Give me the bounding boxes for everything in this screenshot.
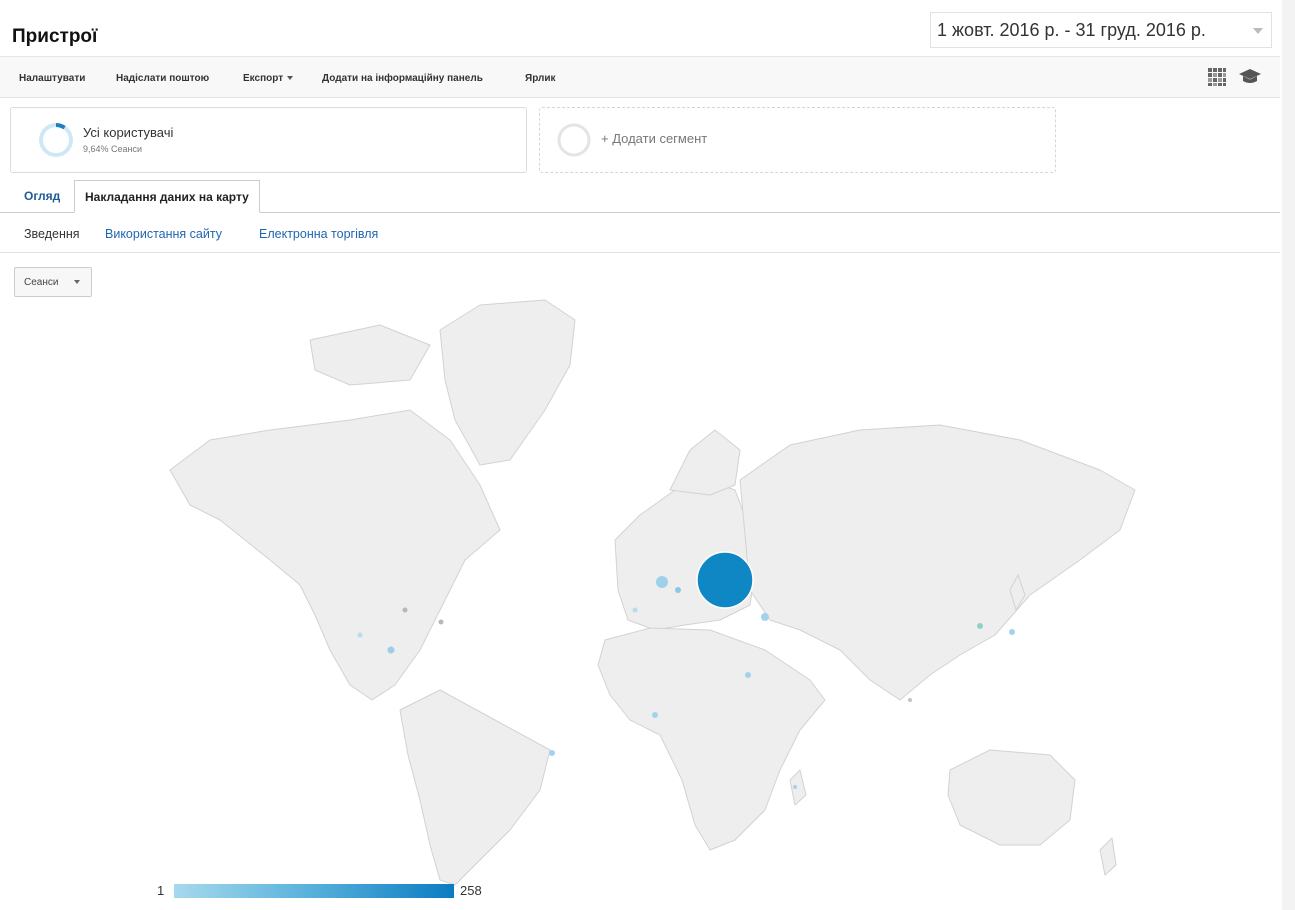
bubble: [402, 607, 408, 613]
shortcut-button[interactable]: Ярлик: [525, 73, 556, 84]
subnav-site-usage[interactable]: Використання сайту: [105, 227, 222, 241]
subnav-summary[interactable]: Зведення: [24, 227, 80, 241]
subnav-divider: [0, 252, 1280, 253]
bubble: [656, 576, 668, 588]
bubble: [549, 750, 555, 756]
metric-selector[interactable]: Сеанси: [14, 267, 92, 297]
bubble: [357, 632, 363, 638]
bubble: [675, 587, 681, 593]
add-to-dashboard-button[interactable]: Додати на інформаційну панель: [322, 73, 483, 84]
add-segment-button[interactable]: + Додати сегмент: [539, 107, 1056, 173]
region-madagascar: [789, 769, 807, 806]
customize-button[interactable]: Налаштувати: [19, 73, 85, 84]
bubble: [1009, 629, 1015, 635]
region-greenland: [439, 299, 576, 466]
segment-name: Усі користувачі: [83, 125, 174, 140]
region-africa: [597, 627, 826, 851]
legend-max-label: 258: [460, 883, 482, 898]
bubble: [387, 646, 395, 654]
export-button[interactable]: Експорт: [243, 73, 294, 84]
add-segment-label: + Додати сегмент: [601, 131, 708, 146]
bubble: [652, 712, 658, 718]
bubble: [761, 613, 769, 621]
region-new-zealand: [1099, 837, 1117, 876]
region-arctic-islands: [309, 324, 431, 386]
region-south-america: [399, 689, 551, 886]
bubble: [908, 698, 912, 702]
tab-overview[interactable]: Огляд: [14, 180, 70, 212]
chevron-down-icon: [1253, 28, 1263, 34]
tab-map-overlay[interactable]: Накладання даних на карту: [74, 180, 260, 213]
bubble: [632, 607, 638, 613]
segment-detail: 9,64% Сеанси: [83, 144, 143, 154]
region-north-america: [169, 409, 501, 701]
region-asia: [739, 424, 1136, 701]
bubble: [745, 672, 751, 678]
bubble: [793, 785, 797, 789]
page-title: Пристрої: [12, 26, 98, 47]
report-toolbar: Налаштувати Надіслати поштою Експорт Дод…: [0, 57, 1280, 98]
bubble: [977, 623, 983, 629]
scrollbar[interactable]: [1282, 0, 1295, 910]
segment-all-users[interactable]: Усі користувачі 9,64% Сеанси: [10, 107, 527, 173]
bubble: [438, 619, 444, 625]
empty-segment-ring-icon: [557, 123, 591, 157]
grid-icon[interactable]: [1207, 67, 1227, 87]
legend-min-label: 1: [157, 883, 165, 898]
export-label: Експорт: [243, 73, 284, 84]
segment-ring-icon: [39, 123, 73, 157]
chevron-down-icon: [74, 280, 80, 284]
chevron-down-icon: [287, 76, 294, 81]
date-range-picker[interactable]: 1 жовт. 2016 р. - 31 груд. 2016 р.: [930, 12, 1272, 48]
email-button[interactable]: Надіслати поштою: [116, 73, 209, 84]
world-map[interactable]: [150, 290, 1150, 890]
subnav-ecommerce[interactable]: Електронна торгівля: [259, 227, 378, 241]
date-range-label: 1 жовт. 2016 р. - 31 груд. 2016 р.: [937, 19, 1206, 40]
region-australia: [947, 749, 1076, 846]
report-header: Пристрої 1 жовт. 2016 р. - 31 груд. 2016…: [0, 0, 1280, 57]
graduation-cap-icon[interactable]: [1238, 68, 1262, 86]
bubble-ukraine: [696, 551, 754, 609]
region-scandinavia: [669, 429, 741, 496]
legend-gradient-bar: [174, 884, 454, 898]
metric-selector-value: Сеанси: [24, 276, 59, 288]
